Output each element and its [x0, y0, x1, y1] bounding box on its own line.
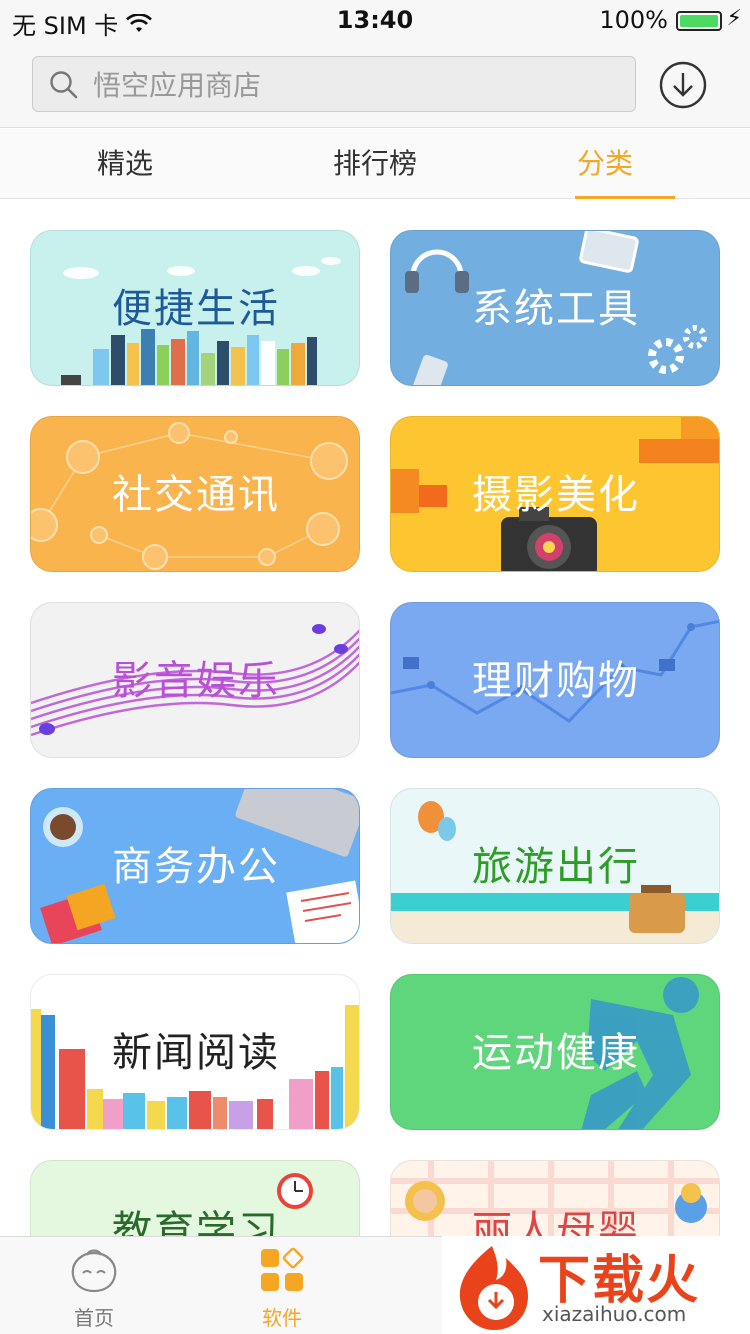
tab-home[interactable]: 首页 [34, 1247, 154, 1331]
tab-home-label: 首页 [74, 1306, 114, 1330]
category-card-system-tools[interactable]: 系统工具 [390, 230, 720, 386]
watermark-url: xiazaihuo.com [542, 1302, 687, 1326]
tab-software-label: 软件 [262, 1306, 302, 1330]
status-bar: 无 SIM 卡 13:40 100% ⚡ [0, 0, 750, 40]
download-icon [659, 61, 707, 109]
tab-featured[interactable]: 精选 [35, 129, 215, 199]
category-label: 便捷生活 [112, 286, 280, 332]
battery-icon [676, 11, 722, 31]
tab-software[interactable]: 软件 [222, 1247, 342, 1331]
flame-logo-icon [459, 1246, 528, 1330]
category-label: 社交通讯 [112, 472, 280, 518]
category-card-social[interactable]: 社交通讯 [30, 416, 360, 572]
category-card-travel[interactable]: 旅游出行 [390, 788, 720, 944]
tab-categories[interactable]: 分类 [535, 129, 675, 199]
search-input[interactable] [93, 65, 613, 105]
category-label: 摄影美化 [472, 472, 640, 518]
search-icon [50, 71, 78, 99]
watermark: 下载火 xiazaihuo.com [442, 1236, 750, 1334]
download-button[interactable] [658, 60, 708, 110]
apps-grid-icon [261, 1247, 304, 1291]
tab-ranking[interactable]: 排行榜 [285, 129, 465, 199]
category-label: 影音娱乐 [112, 658, 280, 704]
category-label: 系统工具 [472, 286, 640, 332]
category-card-news[interactable]: 新闻阅读 [30, 974, 360, 1130]
category-card-convenient-life[interactable]: 便捷生活 [30, 230, 360, 386]
header [0, 40, 750, 128]
category-card-business[interactable]: 商务办公 [30, 788, 360, 944]
category-label: 运动健康 [472, 1030, 640, 1076]
charging-icon: ⚡ [726, 6, 742, 31]
category-label: 商务办公 [112, 844, 280, 890]
category-card-sports[interactable]: 运动健康 [390, 974, 720, 1130]
category-card-media[interactable]: 影音娱乐 [30, 602, 360, 758]
category-card-finance[interactable]: 理财购物 [390, 602, 720, 758]
category-card-photography[interactable]: 摄影美化 [390, 416, 720, 572]
category-label: 新闻阅读 [112, 1030, 280, 1076]
app-screen: 无 SIM 卡 13:40 100% ⚡ 精选 排行榜 分类 [0, 0, 750, 1334]
category-label: 旅游出行 [472, 844, 640, 890]
search-box[interactable] [32, 56, 636, 112]
category-label: 理财购物 [472, 658, 640, 704]
battery-percent: 100% [599, 6, 668, 34]
top-tabs: 精选 排行榜 分类 [0, 129, 750, 199]
monkey-face-icon [71, 1249, 117, 1293]
